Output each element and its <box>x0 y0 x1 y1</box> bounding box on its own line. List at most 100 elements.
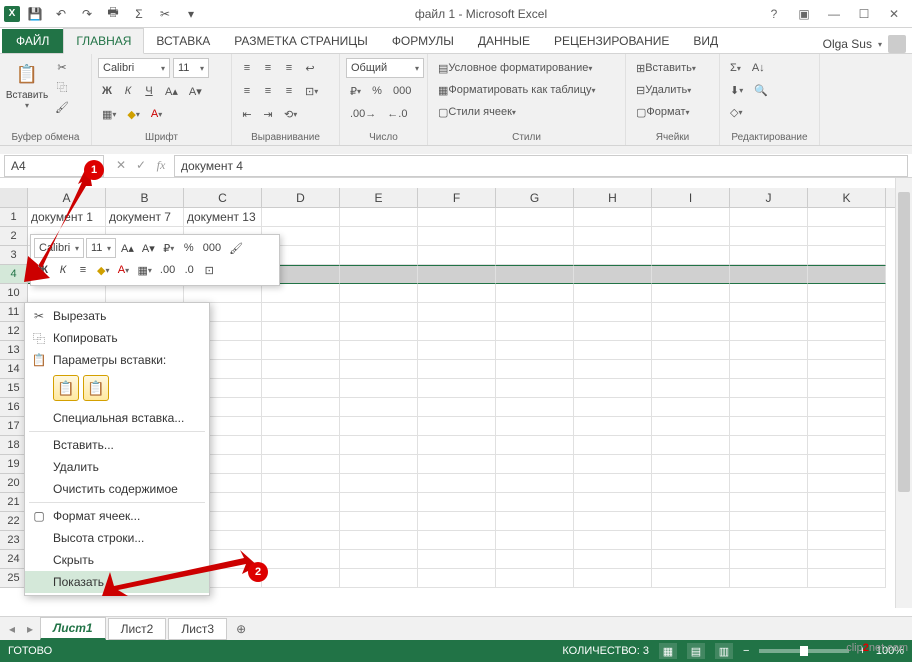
cell-styles-button[interactable]: ▢ Стили ячеек▾ <box>434 102 520 122</box>
col-header[interactable]: H <box>574 188 652 207</box>
merge-button[interactable]: ⊡▾ <box>301 81 322 101</box>
formula-input[interactable]: документ 4 <box>174 155 908 177</box>
cell[interactable] <box>574 303 652 322</box>
col-header[interactable]: F <box>418 188 496 207</box>
tab-insert[interactable]: ВСТАВКА <box>144 29 222 53</box>
conditional-format-button[interactable]: ▤ Условное форматирование▾ <box>434 58 596 78</box>
format-painter-button[interactable]: 🖌 <box>52 98 72 116</box>
clear-button[interactable]: ◇▾ <box>726 102 746 122</box>
cell[interactable] <box>496 227 574 246</box>
cell[interactable] <box>262 417 340 436</box>
cell[interactable] <box>808 303 886 322</box>
increase-indent-button[interactable]: ⇥ <box>259 104 277 124</box>
ctx-copy[interactable]: ⿻Копировать <box>25 327 209 349</box>
cell[interactable] <box>496 379 574 398</box>
col-header[interactable]: I <box>652 188 730 207</box>
cell[interactable] <box>574 379 652 398</box>
tab-view[interactable]: ВИД <box>681 29 730 53</box>
sheet-tab[interactable]: Лист1 <box>40 617 106 640</box>
cell[interactable] <box>808 455 886 474</box>
cell[interactable] <box>730 436 808 455</box>
percent-button[interactable]: % <box>368 81 386 101</box>
sheet-nav-next-icon[interactable]: ▸ <box>22 622 38 636</box>
cell[interactable] <box>496 569 574 588</box>
cell[interactable] <box>652 531 730 550</box>
cell[interactable] <box>574 246 652 265</box>
cell[interactable] <box>730 227 808 246</box>
cell[interactable] <box>574 208 652 227</box>
cell[interactable] <box>418 360 496 379</box>
cell[interactable] <box>730 474 808 493</box>
cell[interactable] <box>574 531 652 550</box>
align-left-button[interactable]: ≡ <box>238 81 256 101</box>
cell[interactable] <box>496 303 574 322</box>
cell[interactable] <box>418 303 496 322</box>
format-as-table-button[interactable]: ▦ Форматировать как таблицу▾ <box>434 80 600 100</box>
col-header[interactable]: B <box>106 188 184 207</box>
cell[interactable] <box>808 208 886 227</box>
cell[interactable] <box>340 265 418 284</box>
cell[interactable] <box>730 550 808 569</box>
cell[interactable] <box>652 569 730 588</box>
cell[interactable] <box>730 246 808 265</box>
cell[interactable] <box>808 284 886 303</box>
cell[interactable] <box>262 284 340 303</box>
cell[interactable] <box>730 284 808 303</box>
tab-home[interactable]: ГЛАВНАЯ <box>63 28 144 54</box>
cell[interactable] <box>808 436 886 455</box>
cell[interactable] <box>808 493 886 512</box>
increase-decimal-button[interactable]: .00→ <box>346 104 380 124</box>
cell[interactable] <box>418 379 496 398</box>
cell[interactable] <box>262 474 340 493</box>
cell[interactable] <box>730 417 808 436</box>
format-cells-button[interactable]: ▢ Формат▾ <box>632 102 694 122</box>
cell[interactable] <box>496 265 574 284</box>
cell[interactable] <box>808 322 886 341</box>
cut-icon[interactable]: ✂ <box>154 3 176 25</box>
cell[interactable] <box>652 341 730 360</box>
cell[interactable] <box>340 284 418 303</box>
cell[interactable] <box>652 493 730 512</box>
fx-icon[interactable]: fx <box>152 158 170 173</box>
cell[interactable] <box>730 531 808 550</box>
cell[interactable] <box>262 436 340 455</box>
col-header[interactable]: J <box>730 188 808 207</box>
cell[interactable] <box>574 398 652 417</box>
cell[interactable] <box>340 360 418 379</box>
cell[interactable] <box>652 550 730 569</box>
cell[interactable] <box>496 550 574 569</box>
cell[interactable] <box>262 512 340 531</box>
thousands-button[interactable]: 000 <box>389 81 415 101</box>
cell[interactable] <box>496 493 574 512</box>
cell[interactable] <box>418 474 496 493</box>
cell[interactable] <box>652 417 730 436</box>
cell[interactable] <box>574 512 652 531</box>
cell[interactable] <box>652 227 730 246</box>
cell[interactable] <box>808 417 886 436</box>
accept-formula-icon[interactable]: ✓ <box>132 158 150 173</box>
cell[interactable] <box>808 246 886 265</box>
cell[interactable] <box>262 208 340 227</box>
cell[interactable] <box>730 379 808 398</box>
number-format-combo[interactable]: Общий▾ <box>346 58 424 78</box>
font-size-combo[interactable]: 11▾ <box>173 58 209 78</box>
align-bottom-button[interactable]: ≡ <box>280 58 298 78</box>
maximize-icon[interactable]: ☐ <box>850 3 878 25</box>
cell[interactable] <box>418 512 496 531</box>
cell[interactable] <box>574 341 652 360</box>
cell[interactable] <box>418 208 496 227</box>
mini-borders[interactable]: ▦▾ <box>134 260 154 280</box>
cell[interactable] <box>340 474 418 493</box>
cell[interactable] <box>262 379 340 398</box>
orientation-button[interactable]: ⟲▾ <box>280 104 301 124</box>
cell[interactable] <box>496 208 574 227</box>
cell[interactable] <box>808 341 886 360</box>
cell[interactable] <box>340 493 418 512</box>
ctx-paste-special[interactable]: Специальная вставка... <box>25 407 209 429</box>
paste-option-2[interactable]: 📋 <box>83 375 109 401</box>
mini-dec-decimal[interactable]: .00 <box>157 260 178 280</box>
qat-more-icon[interactable]: ▾ <box>180 3 202 25</box>
col-header[interactable]: K <box>808 188 886 207</box>
vertical-scrollbar[interactable] <box>895 178 912 608</box>
user-name[interactable]: Olga Sus <box>823 37 872 51</box>
